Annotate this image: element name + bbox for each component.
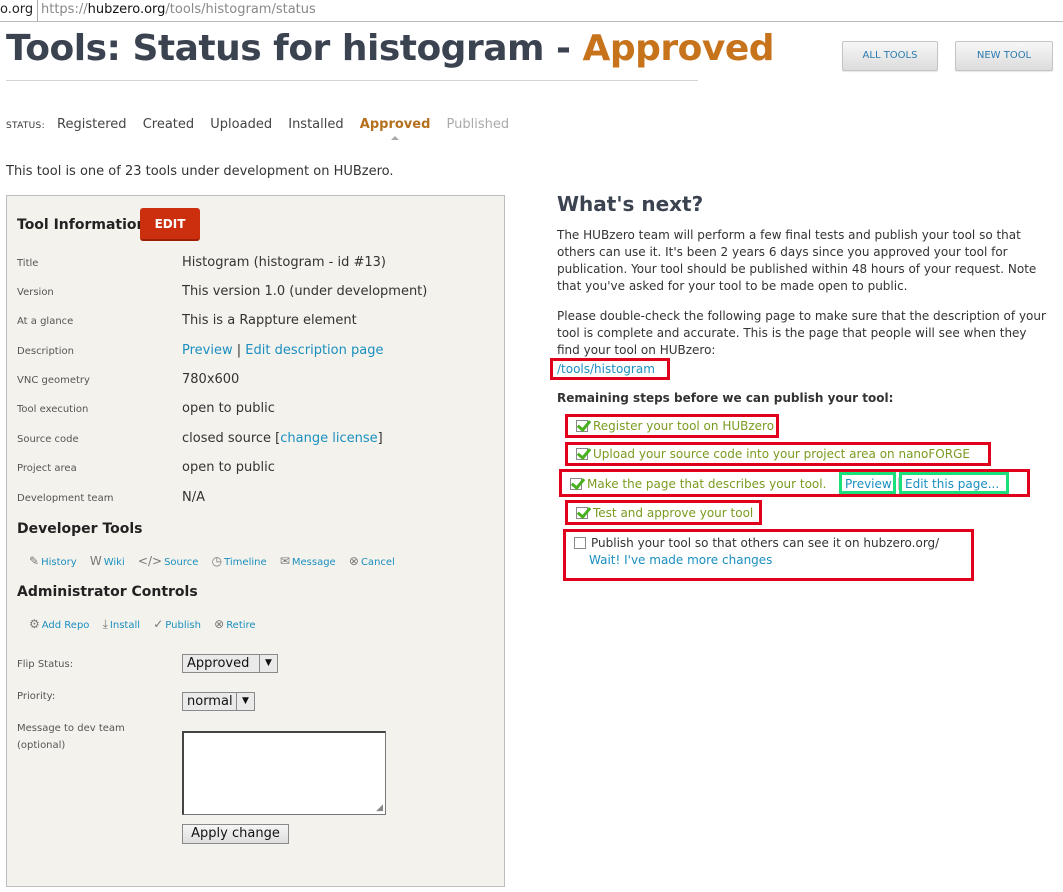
info-row-description: Description Preview | Edit description p…: [17, 343, 384, 358]
tools-histogram-link[interactable]: /tools/histogram: [557, 362, 655, 376]
admin-tools-bar: ⚙ Add Repo ⤓ Install ✓ Publish ⊗ Retire: [29, 617, 266, 632]
checkbox-checked-icon[interactable]: [570, 478, 582, 490]
chevron-down-icon: ▼: [259, 655, 277, 672]
checkbox-checked-icon[interactable]: [576, 420, 588, 432]
step-publish: Publish your tool so that others can see…: [563, 529, 974, 581]
info-row-title: Title Histogram (histogram - id #13): [17, 255, 387, 270]
retire-icon: ⊗: [214, 617, 225, 631]
info-row-version: Version This version 1.0 (under developm…: [17, 284, 428, 299]
info-row-at-a-glance: At a glance This is a Rappture element: [17, 313, 357, 328]
edit-this-page-link[interactable]: Edit this page...: [905, 477, 999, 491]
history-icon: ✎: [29, 554, 40, 568]
source-icon: </>: [137, 554, 163, 568]
timeline-link[interactable]: ◷ Timeline: [211, 554, 267, 568]
publish-link[interactable]: ✓ Publish: [153, 617, 201, 631]
page-link-box: /tools/histogram: [550, 358, 670, 380]
info-row-project-area: Project area open to public: [17, 460, 275, 475]
checkbox-checked-icon[interactable]: [576, 448, 588, 460]
cancel-icon: ⊗: [348, 554, 359, 568]
change-license-link[interactable]: change license: [280, 431, 377, 446]
title-status: Approved: [582, 28, 775, 69]
step-test-approve: Test and approve your tool: [565, 500, 762, 525]
status-uploaded: Uploaded: [210, 117, 273, 132]
wiki-icon: W: [89, 554, 102, 568]
priority-select[interactable]: normal ▼: [182, 692, 255, 711]
new-tool-button[interactable]: NEW TOOL: [955, 41, 1053, 71]
retire-link[interactable]: ⊗ Retire: [214, 617, 255, 631]
flip-status-select[interactable]: Approved ▼: [182, 654, 278, 673]
tool-info-panel: Tool Information EDIT Title Histogram (h…: [6, 195, 505, 887]
url-text[interactable]: https://hubzero.org/tools/histogram/stat…: [41, 2, 316, 17]
step-preview-link[interactable]: Preview: [845, 477, 892, 491]
status-registered: Registered: [57, 117, 127, 132]
history-link[interactable]: ✎ History: [29, 554, 77, 568]
source-link[interactable]: </> Source: [137, 554, 199, 568]
envelope-icon: ✉: [279, 554, 290, 568]
info-row-development-team: Development team N/A: [17, 490, 205, 505]
status-label: STATUS:: [6, 121, 45, 131]
address-bar[interactable]: o.org https://hubzero.org/tools/histogra…: [0, 0, 1063, 22]
developer-tools-bar: ✎ History W Wiki </> Source ◷ Timeline ✉ Mess…: [29, 554, 405, 568]
info-row-tool-execution: Tool execution open to public: [17, 401, 275, 416]
checkbox-checked-icon[interactable]: [576, 507, 588, 519]
add-repo-link[interactable]: ⚙ Add Repo: [29, 617, 89, 631]
title-divider: [6, 80, 698, 81]
intro-text: This tool is one of 23 tools under devel…: [6, 164, 394, 179]
remaining-steps-heading: Remaining steps before we can publish yo…: [557, 391, 894, 405]
step-edit-box: Edit this page...: [899, 472, 1009, 494]
whats-next-heading: What's next?: [557, 192, 704, 216]
whats-next-paragraph-2: Please double-check the following page t…: [557, 309, 1046, 357]
wiki-link[interactable]: W Wiki: [89, 554, 125, 568]
page-title: Tools: Status for histogram - Approved: [6, 28, 775, 69]
clock-icon: ◷: [211, 554, 223, 568]
install-link[interactable]: ⤓ Install: [102, 617, 140, 631]
status-bar: STATUS: Registered Created Uploaded Inst…: [6, 117, 521, 132]
step-register: Register your tool on HUBzero: [565, 414, 779, 438]
cancel-link[interactable]: ⊗ Cancel: [348, 554, 395, 568]
step-preview-box: Preview: [839, 472, 896, 494]
gear-icon: ⚙: [29, 617, 40, 631]
resize-grip-icon[interactable]: ◢: [376, 803, 383, 813]
message-textarea[interactable]: ◢: [182, 731, 386, 815]
wait-more-changes-link[interactable]: Wait! I've made more changes: [589, 553, 772, 567]
message-link[interactable]: ✉ Message: [279, 554, 336, 568]
edit-button[interactable]: EDIT: [140, 208, 200, 241]
status-published: Published: [446, 117, 510, 132]
chevron-down-icon: ▼: [236, 693, 254, 710]
whats-next-paragraph-1: The HUBzero team will perform a few fina…: [557, 228, 1037, 293]
checkmark-icon: ✓: [153, 617, 164, 631]
developer-tools-heading: Developer Tools: [17, 521, 143, 537]
step-upload: Upload your source code into your projec…: [565, 442, 991, 466]
status-approved: Approved: [359, 117, 431, 132]
apply-change-button[interactable]: Apply change: [182, 824, 289, 844]
info-row-source-code: Source code closed source [change licens…: [17, 431, 383, 446]
preview-link[interactable]: Preview: [182, 343, 233, 358]
priority-row: Priority:: [17, 691, 56, 702]
all-tools-button[interactable]: ALL TOOLS: [842, 41, 938, 71]
status-created: Created: [142, 117, 195, 132]
edit-description-link[interactable]: Edit description page: [245, 343, 383, 358]
info-row-vnc-geometry: VNC geometry 780x600: [17, 372, 240, 387]
download-icon: ⤓: [102, 617, 108, 631]
status-installed: Installed: [288, 117, 344, 132]
administrator-controls-heading: Administrator Controls: [17, 584, 198, 600]
publish-checkbox[interactable]: [574, 537, 586, 549]
previous-tab-fragment[interactable]: o.org: [0, 0, 39, 21]
tool-information-heading: Tool Information: [17, 217, 147, 233]
